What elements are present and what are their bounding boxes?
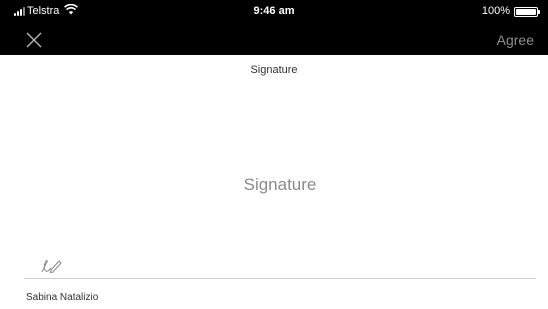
top-bar: Telstra 9:46 am 100% Agree	[0, 0, 548, 55]
signature-placeholder: Signature	[243, 175, 317, 194]
close-icon[interactable]	[26, 32, 42, 48]
page-title: Signature	[250, 64, 298, 76]
signature-line	[24, 278, 536, 279]
status-bar: Telstra 9:46 am 100%	[0, 0, 548, 22]
pen-icon	[41, 260, 62, 274]
battery-percent: 100%	[481, 5, 510, 17]
battery-icon	[514, 7, 540, 17]
signature-pad[interactable]: Signature	[24, 90, 536, 279]
agree-button[interactable]: Agree	[497, 32, 534, 48]
clock: 9:46 am	[253, 5, 295, 17]
signer-name: Sabina Natalizio	[26, 292, 99, 303]
